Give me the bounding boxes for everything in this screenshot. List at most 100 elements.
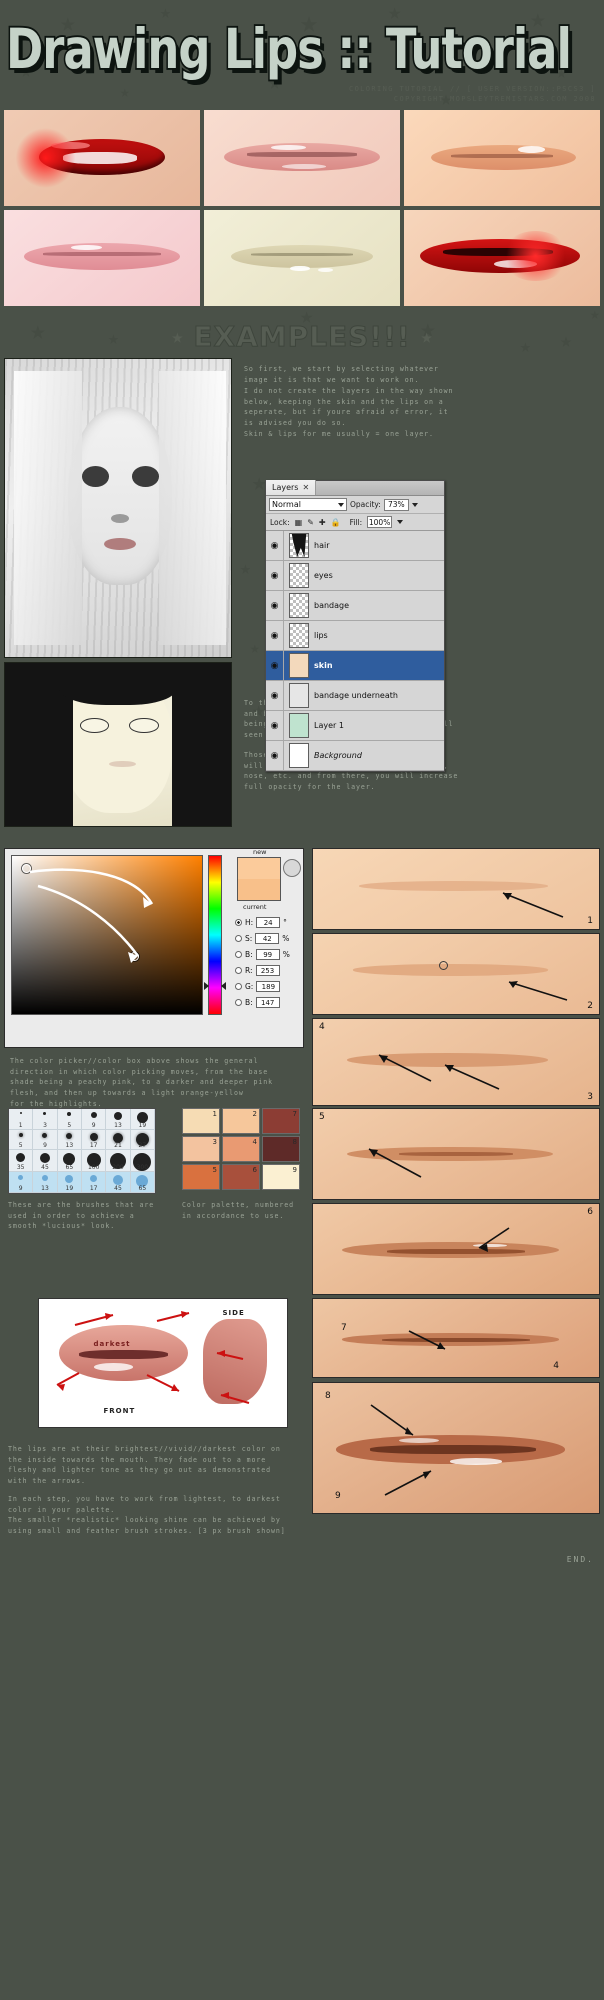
layer-row-hair[interactable]: ◉ hair xyxy=(266,531,444,561)
color-field-gradient[interactable] xyxy=(11,855,203,1015)
palette-swatch-5[interactable]: 5 xyxy=(182,1164,220,1190)
move-lock-icon[interactable]: ✚ xyxy=(319,518,326,527)
close-icon[interactable]: ✕ xyxy=(302,483,309,492)
brush-preset-1-r0[interactable]: 1 xyxy=(9,1109,34,1130)
palette-swatch-1[interactable]: 1 xyxy=(182,1108,220,1134)
layer-thumbnail[interactable] xyxy=(289,713,309,738)
color-field-input[interactable]: 147 xyxy=(255,997,280,1008)
layer-thumbnail[interactable] xyxy=(289,623,309,648)
eye-visibility-icon[interactable]: ◉ xyxy=(266,621,284,650)
brush-preset-45-r2[interactable]: 45 xyxy=(33,1150,58,1173)
layer-row-bandage[interactable]: ◉ bandage xyxy=(266,591,444,621)
radio-icon[interactable] xyxy=(235,935,242,942)
all-lock-icon[interactable]: 🔒 xyxy=(331,518,341,527)
color-field-s-1[interactable]: S: 42% xyxy=(235,933,289,944)
brush-preset-17-r1[interactable]: 17 xyxy=(82,1129,107,1151)
color-field-b-5[interactable]: B: 147 xyxy=(235,997,283,1008)
brush-preset-13-r1[interactable]: 13 xyxy=(57,1129,82,1151)
eye-visibility-icon[interactable]: ◉ xyxy=(266,651,284,680)
photoshop-layers-panel[interactable]: Layers ✕ Normal Opacity: 73% Lock: ▦ ✎ ✚… xyxy=(265,480,445,772)
brush-preset-9-r0[interactable]: 9 xyxy=(82,1109,107,1130)
photoshop-color-picker[interactable]: new current H: 24 ° S: 42% B: 99% R: 253 G: 189 B: 1… xyxy=(4,848,304,1048)
eye-visibility-icon[interactable]: ◉ xyxy=(266,591,284,620)
palette-swatch-6[interactable]: 6 xyxy=(222,1164,260,1190)
eye-visibility-icon[interactable]: ◉ xyxy=(266,561,284,590)
layer-thumbnail[interactable] xyxy=(289,533,309,558)
brush-preset-3-r0[interactable]: 3 xyxy=(33,1109,58,1130)
fill-input[interactable]: 100% xyxy=(367,516,393,528)
brush-preset-45-r3[interactable]: 45 xyxy=(106,1172,131,1193)
color-field-input[interactable]: 24 xyxy=(256,917,281,928)
brush-preset-100-r2[interactable]: 100 xyxy=(82,1150,107,1173)
brush-preset-17-r3[interactable]: 17 xyxy=(82,1172,107,1193)
brush-preset-65-r2[interactable]: 65 xyxy=(57,1150,82,1173)
palette-swatch-2[interactable]: 2 xyxy=(222,1108,260,1134)
color-field-g-4[interactable]: G: 189 xyxy=(235,981,283,992)
color-field-input[interactable]: 253 xyxy=(255,965,280,976)
layer-thumbnail[interactable] xyxy=(289,653,309,678)
eye-visibility-icon[interactable]: ◉ xyxy=(266,531,284,560)
brush-dot-icon xyxy=(42,1132,48,1138)
radio-icon[interactable] xyxy=(235,919,242,926)
brush-size-label: 13 xyxy=(65,1142,74,1150)
hue-slider-left[interactable] xyxy=(204,982,209,990)
brush-preset-panel[interactable]: 1 3 5 9 13 19 5 9 13 17 21 27 35 45 65 100 200 300 9 13 19 17… xyxy=(8,1108,156,1194)
brush-preset-13-r3[interactable]: 13 xyxy=(33,1172,58,1193)
layer-row-bandage-underneath[interactable]: ◉ bandage underneath xyxy=(266,681,444,711)
layer-thumbnail[interactable] xyxy=(289,593,309,618)
brush-lock-icon[interactable]: ✎ xyxy=(307,518,314,527)
blend-mode-select[interactable]: Normal xyxy=(269,498,347,511)
brush-preset-27-r1[interactable]: 27 xyxy=(130,1129,155,1151)
brush-preset-5-r1[interactable]: 5 xyxy=(9,1129,34,1151)
chevron-down-icon[interactable] xyxy=(338,502,344,507)
color-field-h-0[interactable]: H: 24 ° xyxy=(235,917,287,928)
palette-swatch-7[interactable]: 7 xyxy=(262,1108,300,1134)
palette-swatch-8[interactable]: 8 xyxy=(262,1136,300,1162)
palette-swatch-9[interactable]: 9 xyxy=(262,1164,300,1190)
brush-preset-65-r3[interactable]: 65 xyxy=(130,1172,155,1193)
fill-stepper-icon[interactable] xyxy=(397,520,404,524)
layer-row-Layer-1[interactable]: ◉ Layer 1 xyxy=(266,711,444,741)
layer-thumbnail[interactable] xyxy=(289,683,309,708)
new-current-color-swatch[interactable] xyxy=(237,857,281,901)
brush-preset-13-r0[interactable]: 13 xyxy=(106,1109,131,1130)
eye-visibility-icon[interactable]: ◉ xyxy=(266,681,284,710)
hue-slider-right[interactable] xyxy=(221,982,226,990)
brush-preset-5-r0[interactable]: 5 xyxy=(57,1109,82,1130)
radio-icon[interactable] xyxy=(235,999,242,1006)
brush-preset-19-r3[interactable]: 19 xyxy=(57,1172,82,1193)
brush-preset-19-r0[interactable]: 19 xyxy=(130,1109,155,1130)
radio-icon[interactable] xyxy=(235,967,242,974)
layer-thumbnail[interactable] xyxy=(289,743,309,768)
radio-icon[interactable] xyxy=(235,951,242,958)
color-field-input[interactable]: 99 xyxy=(255,949,280,960)
tab-layers[interactable]: Layers ✕ xyxy=(266,480,317,495)
layer-row-lips[interactable]: ◉ lips xyxy=(266,621,444,651)
hue-strip[interactable] xyxy=(204,855,226,1015)
palette-swatch-3[interactable]: 3 xyxy=(182,1136,220,1162)
color-field-input[interactable]: 189 xyxy=(256,981,281,992)
eye-visibility-icon[interactable]: ◉ xyxy=(266,711,284,740)
brush-size-label: 35 xyxy=(16,1164,25,1172)
layer-row-eyes[interactable]: ◉ eyes xyxy=(266,561,444,591)
brush-preset-9-r3[interactable]: 9 xyxy=(9,1172,34,1193)
radio-icon[interactable] xyxy=(235,983,242,990)
layer-thumbnail[interactable] xyxy=(289,563,309,588)
opacity-stepper-icon[interactable] xyxy=(411,502,418,507)
palette-swatch-4[interactable]: 4 xyxy=(222,1136,260,1162)
transparency-lock-icon[interactable]: ▦ xyxy=(295,518,303,527)
layer-row-Background[interactable]: ◉ Background xyxy=(266,741,444,771)
brush-preset-9-r1[interactable]: 9 xyxy=(33,1129,58,1151)
color-field-input[interactable]: 42 xyxy=(255,933,280,944)
brush-preset-200-r2[interactable]: 200 xyxy=(106,1150,131,1173)
brush-preset-35-r2[interactable]: 35 xyxy=(9,1150,34,1173)
color-field-r-3[interactable]: R: 253 xyxy=(235,965,283,976)
eye-visibility-icon[interactable]: ◉ xyxy=(266,741,284,770)
layer-row-skin[interactable]: ◉ skin xyxy=(266,651,444,681)
palette-swatch-number: 2 xyxy=(252,1110,257,1118)
brush-preset-300-r2[interactable]: 300 xyxy=(130,1150,155,1173)
color-palette-grid[interactable]: 1 2 7 3 4 8 5 6 9 xyxy=(182,1108,302,1190)
color-field-b-2[interactable]: B: 99% xyxy=(235,949,290,960)
opacity-input[interactable]: 73% xyxy=(383,498,409,511)
brush-preset-21-r1[interactable]: 21 xyxy=(106,1129,131,1151)
